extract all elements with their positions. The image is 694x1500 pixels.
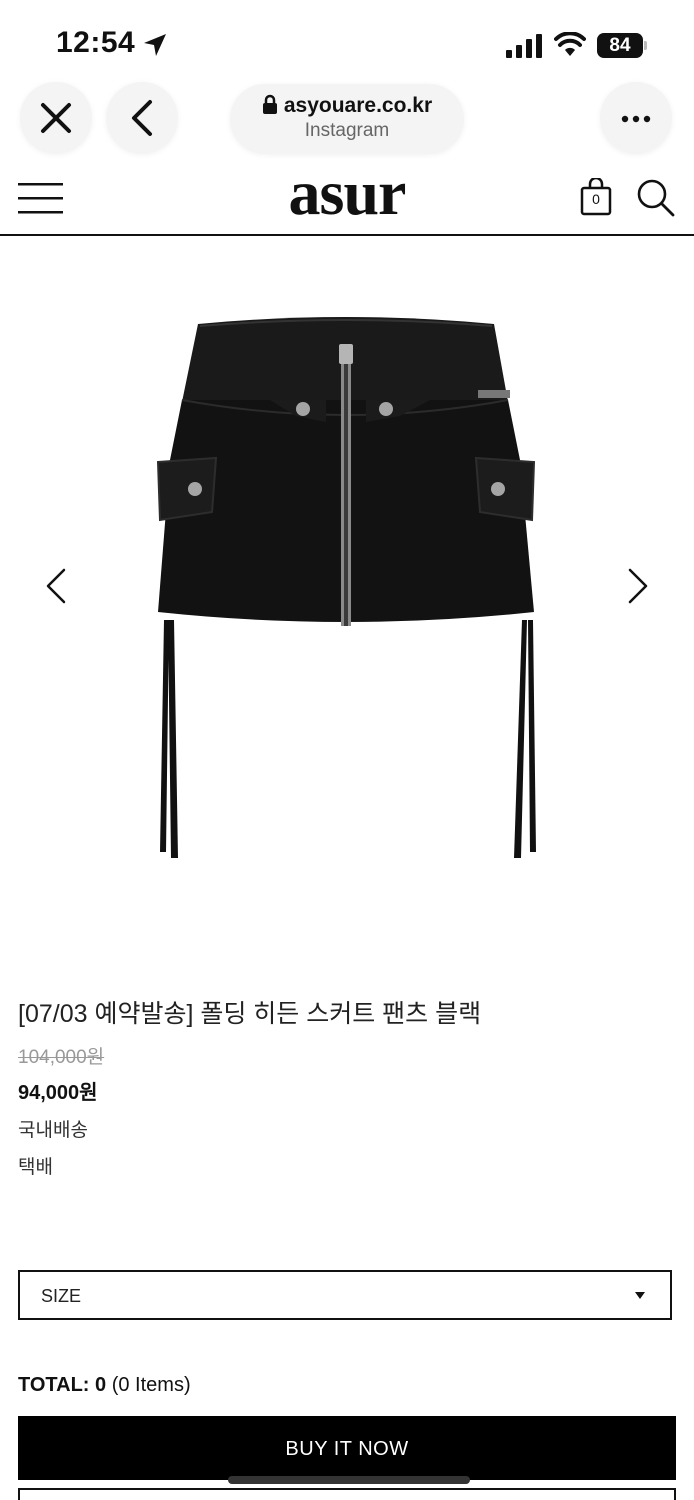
status-time: 12:54 — [56, 26, 136, 59]
wifi-icon — [554, 32, 586, 56]
caret-down-icon — [635, 1292, 645, 1299]
home-indicator[interactable] — [228, 1476, 470, 1484]
size-select[interactable]: SIZE — [18, 1270, 672, 1320]
battery-tip — [644, 41, 647, 50]
lock-icon — [262, 94, 277, 114]
buy-now-button[interactable]: BUY IT NOW — [18, 1416, 676, 1480]
product-image — [156, 317, 536, 858]
url-text: asyouare.co.kr — [283, 94, 433, 117]
battery-icon: 84 — [597, 33, 643, 58]
size-select-label: SIZE — [41, 1286, 82, 1306]
next-image-arrow[interactable] — [626, 566, 652, 606]
close-icon — [41, 103, 71, 133]
original-price: 104,000원 — [18, 1047, 105, 1068]
sale-price: 94,000원 — [18, 1082, 98, 1104]
shipping-region: 국내배송 — [18, 1120, 88, 1141]
back-icon — [132, 100, 152, 136]
back-button[interactable] — [106, 82, 178, 154]
search-icon[interactable] — [636, 178, 676, 218]
total-amount: 0 — [95, 1374, 107, 1396]
more-icon — [621, 115, 651, 123]
signal-icon — [506, 34, 542, 58]
total-label: TOTAL: — [18, 1374, 96, 1396]
shipping-method: 택배 — [18, 1157, 53, 1178]
url-row: asyouare.co.kr — [230, 94, 464, 118]
product-title: [07/03 예약발송] 폴딩 히든 스커트 팬츠 블랙 — [18, 1000, 482, 1028]
total-summary: TOTAL: 0 (0 Items) — [18, 1374, 191, 1397]
url-source: Instagram — [304, 120, 390, 141]
location-arrow-icon — [144, 34, 166, 56]
site-header: asur 0 — [0, 160, 694, 236]
cart-count: 0 — [592, 191, 600, 207]
address-bar[interactable]: asyouare.co.kr Instagram — [230, 84, 464, 154]
status-bar: 12:54 84 — [0, 0, 694, 80]
total-items: (0 Items) — [106, 1374, 191, 1396]
close-button[interactable] — [20, 82, 92, 154]
more-button[interactable] — [600, 82, 672, 154]
prev-image-arrow[interactable] — [42, 566, 68, 606]
secondary-action-button[interactable] — [18, 1488, 676, 1500]
page: 12:54 84 asyouare.co.kr Instagram asur 0… — [0, 0, 694, 1500]
